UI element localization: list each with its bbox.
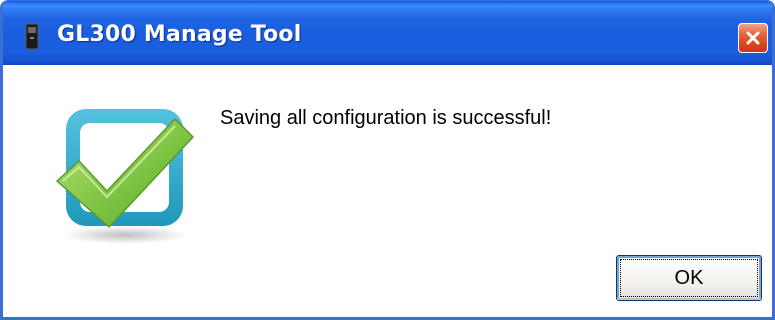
close-button[interactable] — [738, 23, 768, 53]
success-checkmark-icon — [43, 95, 203, 255]
status-message: Saving all configuration is successful! — [220, 107, 552, 129]
device-icon — [25, 23, 39, 50]
title-bar[interactable]: GL300 Manage Tool — [3, 1, 772, 65]
dialog-body: Saving all configuration is successful! … — [3, 65, 772, 317]
window-title: GL300 Manage Tool — [57, 22, 302, 47]
ok-button[interactable]: OK — [616, 255, 762, 301]
dialog-window: GL300 Manage Tool Saving all configurati… — [0, 0, 775, 320]
